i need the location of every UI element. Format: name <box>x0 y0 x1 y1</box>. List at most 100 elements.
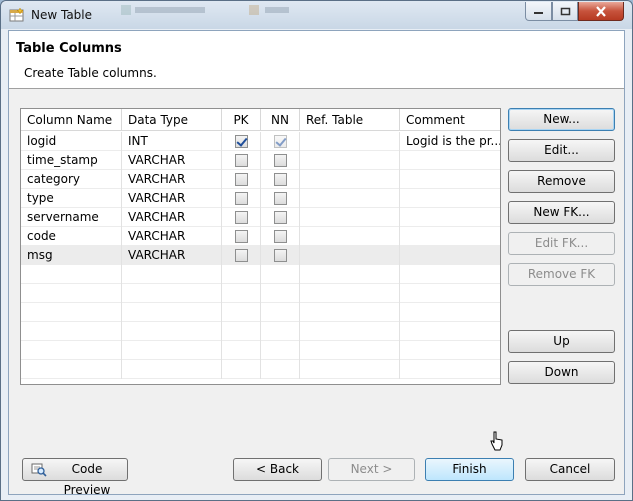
table-row[interactable]: category VARCHAR <box>21 170 500 189</box>
cell-pk <box>222 322 261 341</box>
cell-nn[interactable] <box>261 246 300 265</box>
pk-checkbox[interactable] <box>235 249 248 262</box>
cell-comment <box>400 322 500 341</box>
cell-ref-table[interactable] <box>300 132 400 151</box>
finish-button[interactable]: Finish <box>425 458 514 481</box>
pk-checkbox[interactable] <box>235 173 248 186</box>
cell-column-name[interactable]: logid <box>21 132 122 151</box>
column-header-pk[interactable]: PK <box>222 109 261 131</box>
cell-nn[interactable] <box>261 227 300 246</box>
cell-column-name <box>21 341 122 360</box>
cell-pk[interactable] <box>222 208 261 227</box>
cell-pk[interactable] <box>222 151 261 170</box>
cell-data-type[interactable]: VARCHAR <box>122 208 222 227</box>
pk-checkbox[interactable] <box>235 154 248 167</box>
close-icon <box>596 5 606 17</box>
cell-ref-table[interactable] <box>300 151 400 170</box>
title-bar[interactable]: New Table <box>1 1 632 29</box>
table-row[interactable]: code VARCHAR <box>21 227 500 246</box>
column-header-type[interactable]: Data Type <box>122 109 222 131</box>
edit-column-button[interactable]: Edit... <box>508 139 615 162</box>
cell-comment <box>400 360 500 379</box>
cell-pk[interactable] <box>222 246 261 265</box>
move-up-button[interactable]: Up <box>508 330 615 353</box>
page-title: Table Columns <box>16 41 122 56</box>
cell-data-type[interactable]: VARCHAR <box>122 151 222 170</box>
cell-ref-table[interactable] <box>300 170 400 189</box>
dialog-client-area: Table Columns Create Table columns. Colu… <box>8 30 625 497</box>
cell-data-type <box>122 265 222 284</box>
nn-checkbox[interactable] <box>274 211 287 224</box>
cell-data-type[interactable]: INT <box>122 132 222 151</box>
column-header-comment[interactable]: Comment <box>400 109 500 131</box>
cell-ref-table[interactable] <box>300 189 400 208</box>
cell-column-name <box>21 284 122 303</box>
cell-comment[interactable] <box>400 246 500 265</box>
cell-comment[interactable] <box>400 189 500 208</box>
nn-checkbox[interactable] <box>274 154 287 167</box>
pk-checkbox[interactable] <box>235 211 248 224</box>
cell-pk[interactable] <box>222 227 261 246</box>
edit-fk-button[interactable]: Edit FK... <box>508 232 615 255</box>
pk-checkbox[interactable] <box>235 135 248 148</box>
cancel-button[interactable]: Cancel <box>525 458 615 481</box>
cell-ref-table[interactable] <box>300 208 400 227</box>
remove-fk-button[interactable]: Remove FK <box>508 263 615 286</box>
cell-column-name[interactable]: msg <box>21 246 122 265</box>
table-row[interactable]: msg VARCHAR <box>21 246 500 265</box>
columns-table[interactable]: Column Name Data Type PK NN Ref. Table C… <box>20 108 501 385</box>
cell-data-type[interactable]: VARCHAR <box>122 189 222 208</box>
code-preview-button[interactable]: Code Preview <box>22 458 128 497</box>
cell-data-type[interactable]: VARCHAR <box>122 170 222 189</box>
table-row[interactable]: servername VARCHAR <box>21 208 500 227</box>
nn-checkbox[interactable] <box>274 192 287 205</box>
cell-column-name[interactable]: type <box>21 189 122 208</box>
table-row[interactable]: logid INT Logid is the pr... <box>21 132 500 151</box>
cell-column-name[interactable]: time_stamp <box>21 151 122 170</box>
move-down-button[interactable]: Down <box>508 361 615 384</box>
next-button[interactable]: Next > <box>328 458 415 481</box>
remove-column-button[interactable]: Remove <box>508 170 615 193</box>
cell-comment[interactable] <box>400 227 500 246</box>
pk-checkbox[interactable] <box>235 192 248 205</box>
minimize-button[interactable] <box>525 2 552 21</box>
cell-data-type[interactable]: VARCHAR <box>122 227 222 246</box>
cell-ref-table <box>300 341 400 360</box>
column-header-nn[interactable]: NN <box>261 109 300 131</box>
cell-comment[interactable]: Logid is the pr... <box>400 132 500 151</box>
maximize-button[interactable] <box>552 2 578 21</box>
cell-pk[interactable] <box>222 189 261 208</box>
cell-nn[interactable] <box>261 189 300 208</box>
back-button[interactable]: < Back <box>233 458 322 481</box>
cell-column-name[interactable]: servername <box>21 208 122 227</box>
cell-comment[interactable] <box>400 208 500 227</box>
cell-nn[interactable] <box>261 208 300 227</box>
cell-column-name[interactable]: code <box>21 227 122 246</box>
cell-comment[interactable] <box>400 151 500 170</box>
cell-nn[interactable] <box>261 151 300 170</box>
table-row[interactable]: time_stamp VARCHAR <box>21 151 500 170</box>
table-row <box>21 303 500 322</box>
table-row[interactable]: type VARCHAR <box>21 189 500 208</box>
cell-ref-table[interactable] <box>300 227 400 246</box>
nn-checkbox[interactable] <box>274 173 287 186</box>
new-column-button[interactable]: New... <box>508 108 615 131</box>
nn-checkbox[interactable] <box>274 249 287 262</box>
column-header-ref-table[interactable]: Ref. Table <box>300 109 400 131</box>
cell-data-type[interactable]: VARCHAR <box>122 246 222 265</box>
nn-checkbox[interactable] <box>274 230 287 243</box>
cell-column-name[interactable]: category <box>21 170 122 189</box>
pk-checkbox[interactable] <box>235 230 248 243</box>
cell-pk <box>222 360 261 379</box>
new-fk-button[interactable]: New FK... <box>508 201 615 224</box>
cell-nn[interactable] <box>261 170 300 189</box>
close-button[interactable] <box>578 2 624 21</box>
cell-pk[interactable] <box>222 132 261 151</box>
cell-ref-table <box>300 303 400 322</box>
cell-nn[interactable] <box>261 132 300 151</box>
cell-ref-table[interactable] <box>300 246 400 265</box>
column-header-name[interactable]: Column Name <box>21 109 122 131</box>
cell-ref-table <box>300 360 400 379</box>
cell-pk[interactable] <box>222 170 261 189</box>
cell-comment[interactable] <box>400 170 500 189</box>
